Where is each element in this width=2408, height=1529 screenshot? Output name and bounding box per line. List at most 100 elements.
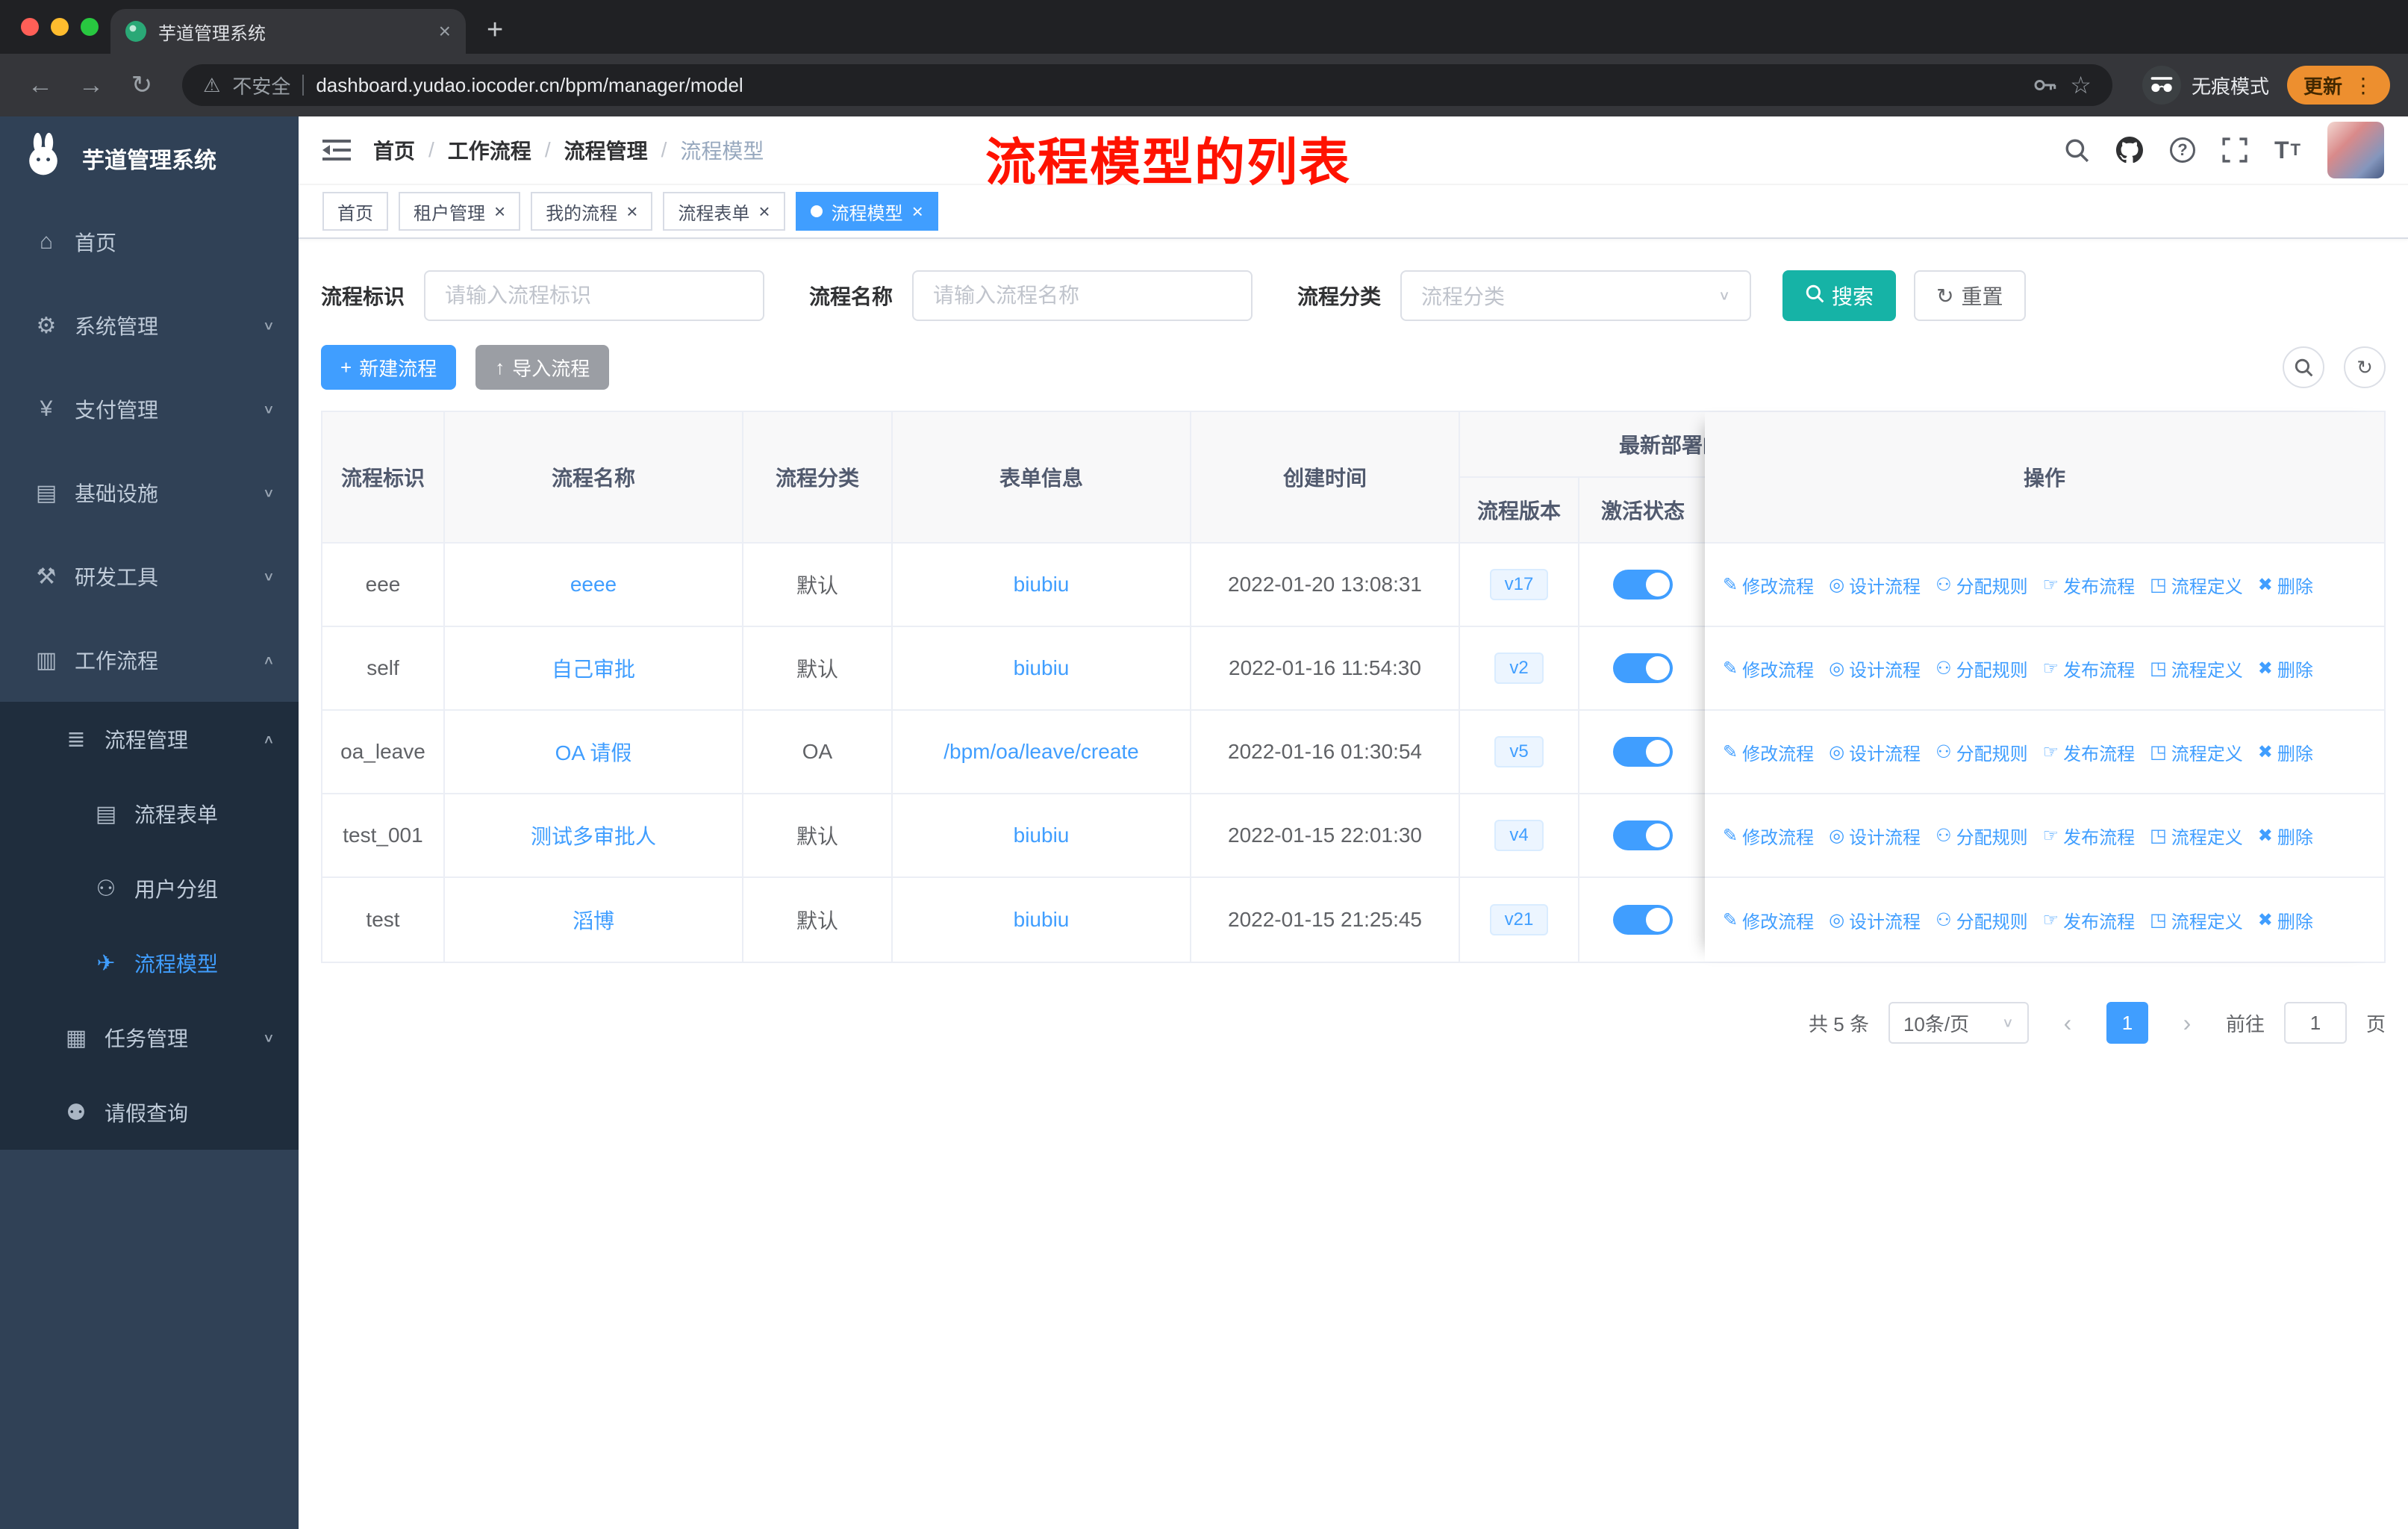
tab-close-icon[interactable]: × xyxy=(439,19,451,43)
action-assign-rule-link[interactable]: ⚇ 分配规则 xyxy=(1936,655,2028,682)
sidebar-collapse-icon[interactable] xyxy=(322,139,351,161)
action-definition-link[interactable]: ◳ 流程定义 xyxy=(2150,907,2243,933)
action-definition-link[interactable]: ◳ 流程定义 xyxy=(2150,572,2243,598)
breadcrumb-item-process-management[interactable]: 流程管理 xyxy=(564,135,648,165)
active-status-toggle[interactable] xyxy=(1613,570,1673,600)
process-key-input[interactable] xyxy=(424,270,765,321)
breadcrumb-item-home[interactable]: 首页 xyxy=(373,135,415,165)
sidebar-item-process-form[interactable]: ▤ 流程表单 xyxy=(0,776,299,851)
tag-close-icon[interactable]: × xyxy=(912,202,923,221)
action-assign-rule-link[interactable]: ⚇ 分配规则 xyxy=(1936,823,2028,849)
new-tab-button[interactable]: + xyxy=(487,14,503,46)
page-1-button[interactable]: 1 xyxy=(2106,1002,2148,1044)
action-modify-link[interactable]: ✎ 修改流程 xyxy=(1723,655,1814,682)
action-publish-link[interactable]: ☞ 发布流程 xyxy=(2043,907,2136,933)
user-avatar[interactable] xyxy=(2327,122,2384,178)
refresh-table-button[interactable]: ↻ xyxy=(2344,346,2386,388)
action-delete-link[interactable]: ✖ 删除 xyxy=(2258,572,2313,598)
form-info-link[interactable]: /bpm/oa/leave/create xyxy=(943,740,1139,764)
next-page-button[interactable]: › xyxy=(2168,1002,2206,1044)
breadcrumb-item-workflow[interactable]: 工作流程 xyxy=(448,135,531,165)
search-button[interactable]: 搜索 xyxy=(1782,270,1897,321)
address-bar[interactable]: ⚠ 不安全 dashboard.yudao.iocoder.cn/bpm/man… xyxy=(182,64,2112,106)
action-definition-link[interactable]: ◳ 流程定义 xyxy=(2150,739,2243,765)
sidebar-item-system[interactable]: ⚙ 系统管理 ∨ xyxy=(0,284,299,367)
sidebar-item-leave-query[interactable]: ⚉ 请假查询 xyxy=(0,1075,299,1150)
tag-process-model[interactable]: 流程模型 × xyxy=(795,192,938,231)
active-status-toggle[interactable] xyxy=(1613,737,1673,767)
action-delete-link[interactable]: ✖ 删除 xyxy=(2258,907,2313,933)
help-icon[interactable]: ? xyxy=(2170,137,2195,163)
reset-button[interactable]: ↻ 重置 xyxy=(1914,270,2026,321)
action-publish-link[interactable]: ☞ 发布流程 xyxy=(2043,655,2136,682)
action-assign-rule-link[interactable]: ⚇ 分配规则 xyxy=(1936,739,2028,765)
bookmark-star-icon[interactable]: ☆ xyxy=(2070,71,2092,99)
process-category-select[interactable]: 流程分类 ∨ xyxy=(1400,270,1752,321)
window-zoom-button[interactable] xyxy=(81,18,99,36)
action-modify-link[interactable]: ✎ 修改流程 xyxy=(1723,823,1814,849)
sidebar-item-task-management[interactable]: ▦ 任务管理 ∨ xyxy=(0,1000,299,1075)
browser-tab[interactable]: 芋道管理系统 × xyxy=(110,9,466,54)
tag-home[interactable]: 首页 xyxy=(322,192,388,231)
process-name-link[interactable]: 滔博 xyxy=(573,905,614,935)
action-modify-link[interactable]: ✎ 修改流程 xyxy=(1723,739,1814,765)
form-info-link[interactable]: biubiu xyxy=(1014,573,1070,597)
sidebar-item-user-group[interactable]: ⚇ 用户分组 xyxy=(0,851,299,926)
action-delete-link[interactable]: ✖ 删除 xyxy=(2258,655,2313,682)
search-icon[interactable] xyxy=(2064,137,2089,163)
sidebar-item-home[interactable]: ⌂ 首页 xyxy=(0,200,299,284)
action-publish-link[interactable]: ☞ 发布流程 xyxy=(2043,572,2136,598)
active-status-toggle[interactable] xyxy=(1613,653,1673,683)
font-size-icon[interactable]: TT xyxy=(2274,137,2301,164)
action-assign-rule-link[interactable]: ⚇ 分配规则 xyxy=(1936,572,2028,598)
action-definition-link[interactable]: ◳ 流程定义 xyxy=(2150,655,2243,682)
tag-process-form[interactable]: 流程表单 × xyxy=(663,192,785,231)
reload-button[interactable]: ↻ xyxy=(119,70,164,100)
password-key-icon[interactable] xyxy=(2033,72,2058,98)
action-delete-link[interactable]: ✖ 删除 xyxy=(2258,739,2313,765)
import-process-button[interactable]: ↑ 导入流程 xyxy=(475,345,610,390)
tag-tenant-management[interactable]: 租户管理 × xyxy=(399,192,521,231)
back-button[interactable]: ← xyxy=(18,71,63,100)
form-info-link[interactable]: biubiu xyxy=(1014,823,1070,847)
process-name-link[interactable]: OA 请假 xyxy=(555,737,632,767)
action-modify-link[interactable]: ✎ 修改流程 xyxy=(1723,572,1814,598)
action-design-link[interactable]: ◎ 设计流程 xyxy=(1829,572,1921,598)
process-name-link[interactable]: 自己审批 xyxy=(552,653,635,683)
sidebar-item-infrastructure[interactable]: ▤ 基础设施 ∨ xyxy=(0,451,299,535)
action-design-link[interactable]: ◎ 设计流程 xyxy=(1829,655,1921,682)
browser-menu-icon[interactable]: ⋮ xyxy=(2353,73,2374,98)
github-icon[interactable] xyxy=(2116,137,2143,164)
browser-update-button[interactable]: 更新 ⋮ xyxy=(2286,66,2390,105)
forward-button[interactable]: → xyxy=(69,71,113,100)
action-delete-link[interactable]: ✖ 删除 xyxy=(2258,823,2313,849)
action-modify-link[interactable]: ✎ 修改流程 xyxy=(1723,907,1814,933)
process-name-input[interactable] xyxy=(912,270,1253,321)
action-design-link[interactable]: ◎ 设计流程 xyxy=(1829,739,1921,765)
tag-my-process[interactable]: 我的流程 × xyxy=(531,192,653,231)
window-close-button[interactable] xyxy=(21,18,39,36)
tag-close-icon[interactable]: × xyxy=(758,202,770,221)
action-design-link[interactable]: ◎ 设计流程 xyxy=(1829,907,1921,933)
window-minimize-button[interactable] xyxy=(51,18,69,36)
toggle-search-button[interactable] xyxy=(2283,346,2324,388)
action-design-link[interactable]: ◎ 设计流程 xyxy=(1829,823,1921,849)
tag-close-icon[interactable]: × xyxy=(494,202,505,221)
sidebar-item-process-management[interactable]: ≣ 流程管理 ∧ xyxy=(0,702,299,776)
form-info-link[interactable]: biubiu xyxy=(1014,656,1070,680)
prev-page-button[interactable]: ‹ xyxy=(2048,1002,2087,1044)
sidebar-item-workflow[interactable]: ▥ 工作流程 ∧ xyxy=(0,618,299,702)
sidebar-item-devtools[interactable]: ⚒ 研发工具 ∨ xyxy=(0,535,299,618)
fullscreen-icon[interactable] xyxy=(2222,137,2248,163)
app-logo[interactable]: 芋道管理系统 xyxy=(0,116,299,200)
active-status-toggle[interactable] xyxy=(1613,820,1673,850)
tag-close-icon[interactable]: × xyxy=(626,202,637,221)
create-process-button[interactable]: + 新建流程 xyxy=(321,345,457,390)
action-assign-rule-link[interactable]: ⚇ 分配规则 xyxy=(1936,907,2028,933)
process-name-link[interactable]: 测试多审批人 xyxy=(531,820,656,850)
active-status-toggle[interactable] xyxy=(1613,905,1673,935)
action-publish-link[interactable]: ☞ 发布流程 xyxy=(2043,739,2136,765)
action-publish-link[interactable]: ☞ 发布流程 xyxy=(2043,823,2136,849)
page-size-select[interactable]: 10条/页 ∨ xyxy=(1888,1002,2029,1044)
form-info-link[interactable]: biubiu xyxy=(1014,908,1070,932)
